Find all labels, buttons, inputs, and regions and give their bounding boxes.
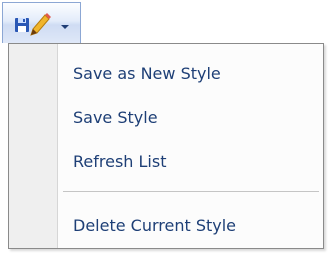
menu-item-save-style[interactable]: Save Style — [11, 97, 319, 139]
style-dropdown-menu: Save as New Style Save Style Refresh Lis… — [8, 43, 324, 249]
menu-item-delete-current-style[interactable]: Delete Current Style — [11, 205, 319, 247]
style-pencil-icon — [15, 13, 51, 36]
menu-item-refresh-list[interactable]: Refresh List — [11, 141, 319, 183]
style-split-button[interactable] — [2, 2, 81, 43]
menu-item-save-as-new-style[interactable]: Save as New Style — [11, 53, 319, 95]
chevron-down-icon[interactable] — [61, 25, 69, 29]
menu-separator — [63, 191, 319, 192]
